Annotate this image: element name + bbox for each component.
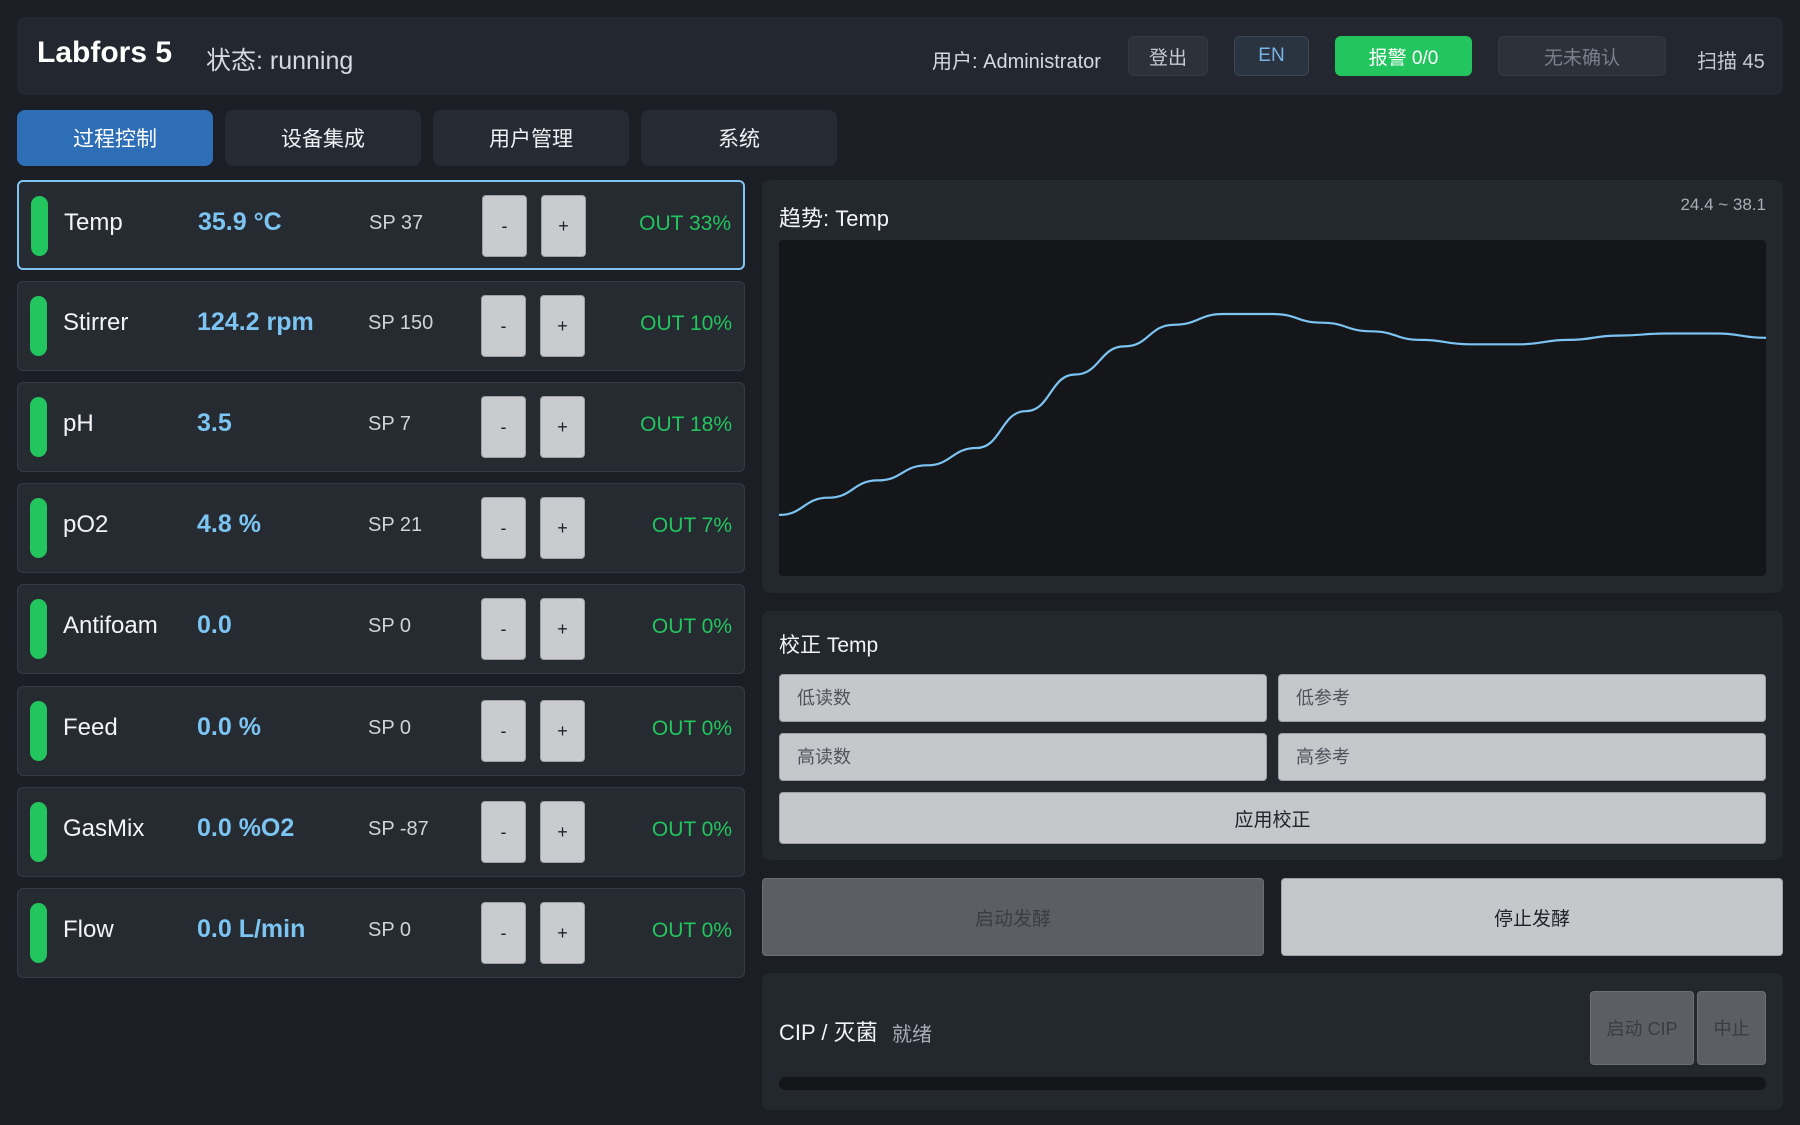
- scan-counter: 扫描 45: [1697, 51, 1765, 73]
- loop-value: 0.0: [197, 611, 232, 639]
- loop-setpoint: SP 0: [368, 717, 411, 739]
- language-button[interactable]: EN: [1234, 36, 1309, 76]
- decrease-setpoint-button[interactable]: -: [481, 598, 526, 660]
- low-reading-input[interactable]: [779, 674, 1267, 722]
- high-reference-input[interactable]: [1278, 733, 1766, 781]
- calibration-title: 校正 Temp: [779, 634, 879, 657]
- loop-output: OUT 0%: [651, 919, 732, 942]
- abort-cip-button[interactable]: 中止: [1697, 991, 1766, 1065]
- increase-setpoint-button[interactable]: +: [540, 598, 585, 660]
- run-status: 状态: running: [206, 47, 354, 75]
- acknowledge-button[interactable]: 无未确认: [1498, 36, 1666, 76]
- trend-line: [778, 312, 1767, 516]
- loop-setpoint: SP 21: [368, 514, 423, 536]
- loop-name: Temp: [64, 209, 123, 236]
- logout-button[interactable]: 登出: [1128, 36, 1208, 76]
- high-reading-input[interactable]: [779, 733, 1267, 781]
- status-indicator: [30, 397, 47, 457]
- tab-system[interactable]: 系统: [641, 110, 837, 166]
- cip-progress-bar: [779, 1077, 1766, 1090]
- status-indicator: [30, 802, 47, 862]
- tab-device-integration[interactable]: 设备集成: [225, 110, 421, 166]
- status-indicator: [30, 903, 47, 963]
- decrease-setpoint-button[interactable]: -: [481, 497, 526, 559]
- status-indicator: [30, 296, 47, 356]
- decrease-setpoint-button[interactable]: -: [481, 801, 526, 863]
- decrease-setpoint-button[interactable]: -: [481, 295, 526, 357]
- loop-value: 0.0 %: [197, 713, 261, 741]
- loop-row-feed[interactable]: Feed 0.0 % SP 0 - + OUT 0%: [17, 686, 745, 776]
- loop-output: OUT 33%: [639, 212, 731, 235]
- loop-row-stirrer[interactable]: Stirrer 124.2 rpm SP 150 - + OUT 10%: [17, 281, 745, 371]
- decrease-setpoint-button[interactable]: -: [481, 396, 526, 458]
- loop-output: OUT 0%: [651, 818, 732, 841]
- loop-output: OUT 10%: [640, 312, 732, 335]
- loop-setpoint: SP 0: [368, 615, 411, 637]
- status-indicator: [30, 701, 47, 761]
- trend-range: 24.4 ~ 38.1: [1680, 195, 1766, 214]
- header-bar: Labfors 5 状态: running 用户: Administrator …: [17, 17, 1783, 95]
- apply-calibration-button[interactable]: 应用校正: [779, 792, 1766, 844]
- loop-output: OUT 7%: [651, 514, 732, 537]
- increase-setpoint-button[interactable]: +: [540, 801, 585, 863]
- tab-user-management[interactable]: 用户管理: [433, 110, 629, 166]
- loop-value: 3.5: [197, 409, 232, 437]
- decrease-setpoint-button[interactable]: -: [481, 700, 526, 762]
- loop-row-temp[interactable]: Temp 35.9 °C SP 37 - + OUT 33%: [17, 180, 745, 270]
- increase-setpoint-button[interactable]: +: [540, 700, 585, 762]
- loop-name: pO2: [63, 511, 109, 538]
- loop-setpoint: SP 7: [368, 413, 411, 435]
- trend-plot: [778, 240, 1767, 576]
- loop-value: 0.0 %O2: [197, 814, 295, 842]
- loop-name: Stirrer: [63, 309, 129, 336]
- increase-setpoint-button[interactable]: +: [540, 497, 585, 559]
- increase-setpoint-button[interactable]: +: [540, 396, 585, 458]
- loop-row-antifoam[interactable]: Antifoam 0.0 SP 0 - + OUT 0%: [17, 584, 745, 674]
- loop-value: 0.0 L/min: [197, 915, 306, 943]
- app-title: Labfors 5: [37, 36, 173, 69]
- loop-name: pH: [63, 410, 94, 437]
- loop-row-ph[interactable]: pH 3.5 SP 7 - + OUT 18%: [17, 382, 745, 472]
- loop-value: 124.2 rpm: [197, 308, 314, 336]
- start-cip-button[interactable]: 启动 CIP: [1590, 991, 1694, 1065]
- low-reference-input[interactable]: [1278, 674, 1766, 722]
- increase-setpoint-button[interactable]: +: [540, 902, 585, 964]
- stop-fermentation-button[interactable]: 停止发酵: [1281, 878, 1783, 956]
- status-indicator: [30, 599, 47, 659]
- loop-name: Feed: [63, 714, 118, 741]
- loop-row-po2[interactable]: pO2 4.8 % SP 21 - + OUT 7%: [17, 483, 745, 573]
- decrease-setpoint-button[interactable]: -: [481, 902, 526, 964]
- loop-name: Antifoam: [63, 612, 158, 639]
- alarm-button[interactable]: 报警 0/0: [1335, 36, 1472, 76]
- loop-row-flow[interactable]: Flow 0.0 L/min SP 0 - + OUT 0%: [17, 888, 745, 978]
- start-fermentation-button[interactable]: 启动发酵: [762, 878, 1264, 956]
- status-indicator: [31, 196, 48, 256]
- loop-value: 35.9 °C: [198, 208, 282, 236]
- trend-panel: 趋势: Temp 24.4 ~ 38.1: [762, 180, 1783, 593]
- loop-name: GasMix: [63, 815, 145, 842]
- loop-name: Flow: [63, 916, 114, 943]
- trend-chart: [778, 312, 1767, 516]
- loop-setpoint: SP 0: [368, 919, 411, 941]
- loop-setpoint: SP 150: [368, 312, 434, 334]
- cip-state: 就绪: [892, 1024, 932, 1046]
- loop-value: 4.8 %: [197, 510, 261, 538]
- loop-output: OUT 0%: [651, 615, 732, 638]
- loop-setpoint: SP -87: [368, 818, 429, 840]
- loop-row-gasmix[interactable]: GasMix 0.0 %O2 SP -87 - + OUT 0%: [17, 787, 745, 877]
- loop-setpoint: SP 37: [369, 212, 424, 234]
- tab-process-control[interactable]: 过程控制: [17, 110, 213, 166]
- current-user: 用户: Administrator: [932, 51, 1101, 73]
- increase-setpoint-button[interactable]: +: [541, 195, 586, 257]
- increase-setpoint-button[interactable]: +: [540, 295, 585, 357]
- cip-panel: CIP / 灭菌 就绪 启动 CIP 中止: [762, 973, 1783, 1110]
- trend-title: 趋势: Temp: [779, 206, 890, 231]
- loop-output: OUT 18%: [640, 413, 732, 436]
- loop-output: OUT 0%: [651, 717, 732, 740]
- status-indicator: [30, 498, 47, 558]
- calibration-panel: 校正 Temp 应用校正: [762, 611, 1783, 860]
- decrease-setpoint-button[interactable]: -: [482, 195, 527, 257]
- cip-title: CIP / 灭菌: [779, 1020, 878, 1045]
